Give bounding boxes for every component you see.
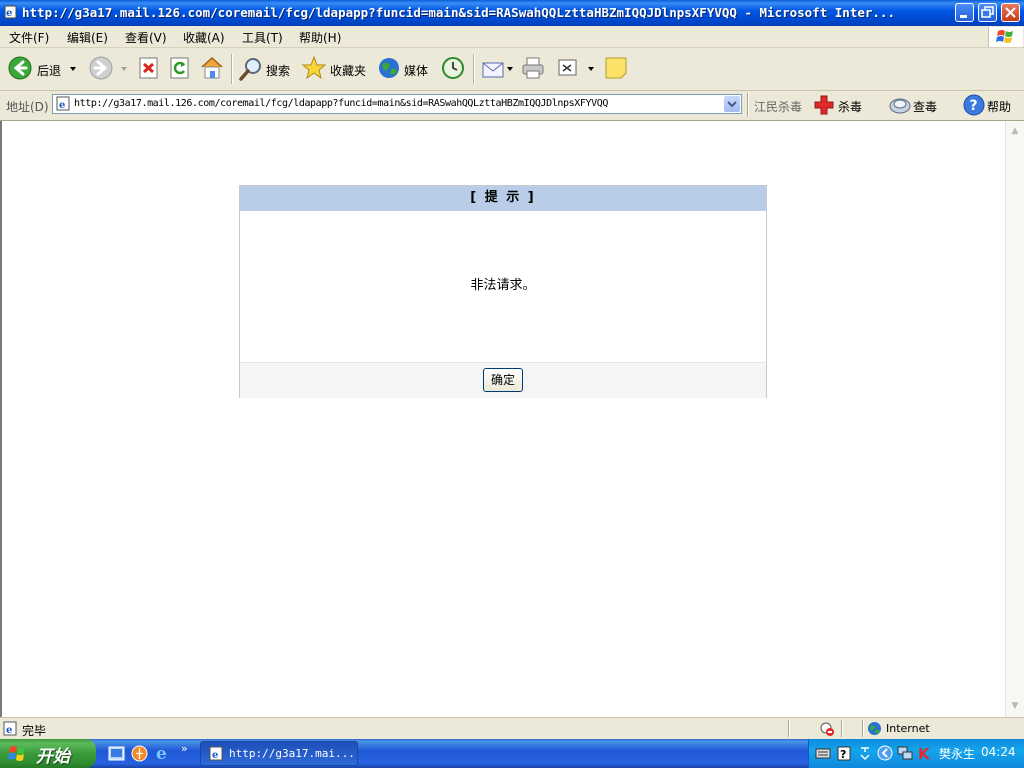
favorites-star-icon[interactable] bbox=[301, 55, 327, 81]
print-icon[interactable] bbox=[520, 55, 546, 81]
help-tray-icon[interactable]: ? bbox=[837, 746, 851, 761]
popup-blocker-icon[interactable] bbox=[818, 720, 836, 738]
ie-page-icon: e bbox=[56, 96, 71, 111]
svg-text:?: ? bbox=[840, 748, 846, 761]
edit-icon[interactable] bbox=[557, 57, 579, 79]
search-icon[interactable] bbox=[238, 56, 264, 82]
status-separator bbox=[862, 720, 864, 737]
back-icon[interactable] bbox=[8, 56, 34, 82]
address-bar: 地址(D) e http://g3a17.mail.126.com/corema… bbox=[0, 91, 1024, 121]
menu-help[interactable]: 帮助(H) bbox=[299, 29, 341, 46]
status-bar: e 完毕 Internet bbox=[0, 717, 1024, 740]
back-dropdown-icon[interactable] bbox=[70, 67, 76, 71]
media-button[interactable]: 媒体 bbox=[404, 62, 428, 79]
scroll-down-icon[interactable]: ▼ bbox=[1008, 699, 1022, 713]
alert-dialog: [ 提 示 ] 非法请求。 确定 bbox=[239, 185, 767, 398]
taskbar-item-label: http://g3a17.mai... bbox=[229, 747, 355, 760]
start-button[interactable]: 开始 bbox=[0, 739, 96, 768]
scan-virus-button[interactable]: 查毒 bbox=[913, 98, 937, 115]
menu-file[interactable]: 文件(F) bbox=[9, 29, 49, 46]
stop-icon[interactable] bbox=[137, 56, 161, 82]
favorites-button[interactable]: 收藏夹 bbox=[330, 62, 366, 79]
status-separator bbox=[788, 720, 790, 737]
vertical-scrollbar[interactable]: ▲ ▼ bbox=[1005, 121, 1024, 717]
help-icon[interactable]: ? bbox=[962, 93, 986, 117]
dialog-footer: 确定 bbox=[240, 362, 766, 398]
ie-page-icon: e bbox=[4, 5, 18, 19]
history-icon[interactable] bbox=[440, 55, 466, 81]
toolbar-separator bbox=[747, 93, 749, 117]
status-separator bbox=[841, 720, 843, 737]
menu-bar: 文件(F) 编辑(E) 查看(V) 收藏(A) 工具(T) 帮助(H) bbox=[0, 26, 1024, 48]
search-button[interactable]: 搜索 bbox=[266, 62, 290, 79]
svg-text:e: e bbox=[6, 725, 12, 736]
start-label: 开始 bbox=[36, 747, 70, 767]
svg-text:e: e bbox=[59, 100, 65, 111]
svg-text:e: e bbox=[212, 750, 218, 761]
internet-zone-globe-icon bbox=[867, 721, 882, 736]
ie-page-icon: e bbox=[209, 746, 224, 761]
edit-dropdown-icon[interactable] bbox=[588, 67, 594, 71]
home-icon[interactable] bbox=[199, 54, 225, 82]
taskbar: 开始 e » e http://g3a17.mai... ? K 樊永生 04:… bbox=[0, 739, 1024, 768]
quick-launch-expand-icon[interactable]: » bbox=[181, 742, 188, 755]
menu-edit[interactable]: 编辑(E) bbox=[67, 29, 108, 46]
keyboard-icon[interactable] bbox=[815, 747, 831, 760]
scan-virus-icon[interactable] bbox=[888, 94, 912, 116]
menu-tools[interactable]: 工具(T) bbox=[242, 29, 283, 46]
input-method-icon[interactable] bbox=[859, 744, 871, 762]
toolbar-separator bbox=[231, 54, 233, 84]
kv-antivirus-icon[interactable]: K bbox=[917, 745, 933, 763]
scroll-up-icon[interactable]: ▲ bbox=[1008, 124, 1022, 138]
media-globe-icon[interactable] bbox=[376, 55, 402, 81]
title-bar[interactable]: e http://g3a17.mail.126.com/coremail/fcg… bbox=[0, 0, 1024, 26]
address-input[interactable]: e http://g3a17.mail.126.com/coremail/fcg… bbox=[52, 94, 742, 114]
address-dropdown-button[interactable] bbox=[724, 96, 740, 112]
dialog-message: 非法请求。 bbox=[470, 278, 536, 293]
svg-text:?: ? bbox=[970, 98, 978, 114]
status-text: 完毕 bbox=[22, 724, 47, 738]
close-button[interactable] bbox=[1001, 3, 1020, 22]
internet-explorer-icon[interactable]: e bbox=[154, 744, 172, 764]
mail-icon[interactable] bbox=[481, 57, 507, 81]
forward-dropdown-icon[interactable] bbox=[121, 67, 127, 71]
svg-text:K: K bbox=[918, 745, 931, 761]
show-desktop-icon[interactable] bbox=[108, 745, 125, 762]
back-button[interactable]: 后退 bbox=[37, 62, 61, 79]
windows-logo-icon bbox=[988, 27, 1023, 47]
dialog-header: [ 提 示 ] bbox=[240, 186, 766, 211]
minimize-button[interactable] bbox=[955, 3, 974, 22]
antivirus-brand-label: 江民杀毒 bbox=[754, 100, 803, 114]
standard-toolbar: 后退 搜索 收藏夹 媒体 bbox=[0, 48, 1024, 91]
windows-flag-icon bbox=[8, 745, 28, 763]
taskbar-item-browser[interactable]: e http://g3a17.mai... bbox=[200, 741, 358, 766]
restore-button[interactable] bbox=[978, 3, 997, 22]
kill-virus-button[interactable]: 杀毒 bbox=[838, 98, 862, 115]
menu-favorites[interactable]: 收藏(A) bbox=[183, 29, 225, 46]
ok-button[interactable]: 确定 bbox=[483, 368, 523, 392]
network-icon[interactable] bbox=[897, 745, 913, 761]
refresh-icon[interactable] bbox=[168, 56, 192, 82]
tray-user-name: 樊永生 bbox=[939, 747, 976, 761]
address-url[interactable]: http://g3a17.mail.126.com/coremail/fcg/l… bbox=[74, 98, 608, 109]
svg-text:e: e bbox=[6, 8, 12, 19]
help-button[interactable]: 帮助 bbox=[987, 98, 1011, 115]
forward-icon[interactable] bbox=[89, 56, 115, 82]
kill-virus-icon[interactable] bbox=[813, 94, 835, 116]
hide-tray-icons-button[interactable] bbox=[877, 745, 893, 761]
system-tray: ? K 樊永生 04:24 bbox=[808, 739, 1024, 768]
menu-view[interactable]: 查看(V) bbox=[125, 29, 167, 46]
note-icon[interactable] bbox=[604, 56, 628, 80]
mail-dropdown-icon[interactable] bbox=[507, 67, 513, 71]
tray-clock[interactable]: 04:24 bbox=[981, 745, 1016, 759]
address-label: 地址(D) bbox=[6, 100, 49, 114]
security-zone-label: Internet bbox=[886, 722, 930, 735]
window-title: http://g3a17.mail.126.com/coremail/fcg/l… bbox=[22, 5, 895, 20]
toolbar-separator bbox=[473, 54, 475, 84]
media-player-icon[interactable] bbox=[131, 745, 148, 762]
ie-page-icon: e bbox=[3, 721, 18, 736]
svg-text:e: e bbox=[156, 744, 167, 762]
